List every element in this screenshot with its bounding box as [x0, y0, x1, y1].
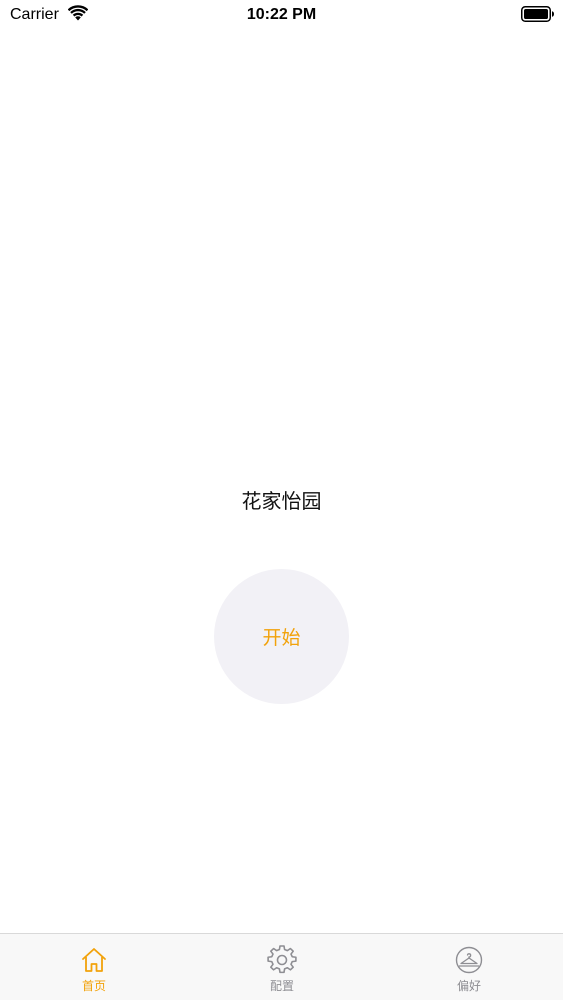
gear-icon — [267, 945, 297, 974]
app-title: 花家怡园 — [241, 489, 322, 513]
start-button[interactable]: 开始 — [214, 569, 349, 704]
tab-bar: 首页 配置 偏好 — [0, 933, 563, 1000]
tab-prefs[interactable]: 偏好 — [375, 934, 563, 1000]
tab-config-label: 配置 — [269, 979, 294, 993]
tab-prefs-label: 偏好 — [456, 979, 481, 993]
status-time: 10:22 PM — [246, 6, 317, 23]
start-button-label: 开始 — [262, 627, 301, 649]
hanger-icon — [455, 946, 483, 974]
tab-home[interactable]: 首页 — [0, 934, 188, 1000]
battery-icon — [521, 6, 554, 22]
home-icon — [82, 948, 106, 972]
status-bar: Carrier 10:22 PM — [0, 0, 563, 30]
tab-home-label: 首页 — [81, 979, 106, 993]
tab-config[interactable]: 配置 — [188, 934, 376, 1000]
